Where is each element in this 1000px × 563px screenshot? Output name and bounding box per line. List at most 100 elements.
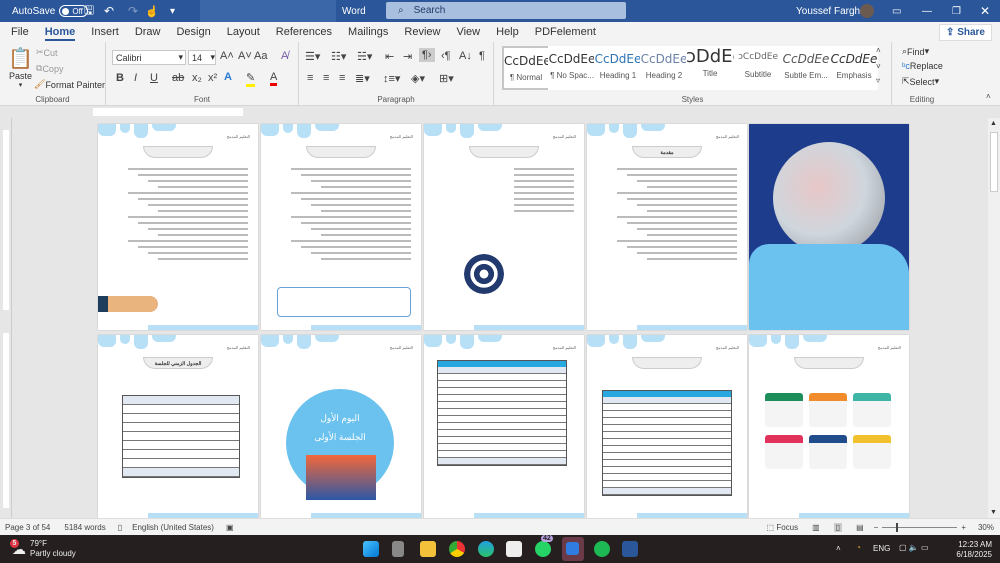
- read-mode-icon[interactable]: ▥: [812, 523, 820, 532]
- replace-button[interactable]: ᵇc Replace: [902, 61, 943, 71]
- find-button[interactable]: ⌕ Find ▾: [902, 46, 929, 57]
- zoom-out-icon[interactable]: −: [874, 523, 879, 532]
- multilevel-list-icon[interactable]: ☵▾: [357, 50, 372, 63]
- format-painter-button[interactable]: 🖌 Format Painter: [34, 79, 105, 90]
- justify-icon[interactable]: ≣▾: [355, 72, 370, 85]
- chrome-icon[interactable]: [449, 541, 465, 557]
- page-methods[interactable]: التعليم المدمج: [749, 335, 909, 518]
- paste-button[interactable]: 📋 Paste ▾: [8, 46, 33, 89]
- page-day[interactable]: التعليم المدمج اليوم الأول الجلسة الأولى: [261, 335, 421, 518]
- tab-file[interactable]: File: [3, 22, 37, 42]
- chevron-up-icon[interactable]: ˄: [836, 544, 841, 553]
- shading-icon[interactable]: ◈▾: [411, 72, 425, 85]
- tab-mailings[interactable]: Mailings: [340, 22, 396, 42]
- styles-scroll-up-icon[interactable]: ˄: [876, 46, 881, 55]
- vertical-scrollbar[interactable]: ▲ ▼: [988, 118, 1000, 518]
- clear-formatting-icon[interactable]: A̸: [281, 50, 288, 62]
- touch-mode-icon[interactable]: ☝: [145, 0, 159, 22]
- page-text[interactable]: التعليم المدمج: [98, 124, 258, 330]
- file-explorer-icon[interactable]: [420, 541, 436, 557]
- word-icon[interactable]: [622, 541, 638, 557]
- spotify-icon[interactable]: [594, 541, 610, 557]
- network-icon[interactable]: ◔: [856, 543, 861, 552]
- rtl-icon[interactable]: ‹¶: [441, 50, 451, 62]
- scroll-thumb[interactable]: [990, 132, 998, 192]
- tab-insert[interactable]: Insert: [83, 22, 127, 42]
- scroll-down-icon[interactable]: ▼: [990, 509, 997, 516]
- restore-icon[interactable]: ❐: [952, 0, 961, 22]
- italic-button[interactable]: I: [134, 72, 137, 84]
- minimize-icon[interactable]: —: [922, 0, 932, 22]
- numbering-icon[interactable]: ☷▾: [331, 50, 346, 63]
- scroll-up-icon[interactable]: ▲: [990, 120, 997, 127]
- clock[interactable]: 12:23 AM 6/18/2025: [956, 540, 992, 560]
- subscript-icon[interactable]: x₂: [192, 72, 202, 84]
- close-icon[interactable]: ✕: [980, 0, 990, 22]
- page-table[interactable]: التعليم المدمج: [424, 335, 584, 518]
- search-box[interactable]: ⌕ Search: [386, 2, 626, 19]
- text-effects-icon[interactable]: A: [224, 71, 232, 83]
- customize-qat-icon[interactable]: ▾: [170, 0, 175, 22]
- sort-icon[interactable]: A↓: [459, 50, 472, 62]
- tab-design[interactable]: Design: [168, 22, 218, 42]
- vertical-ruler[interactable]: [0, 118, 12, 518]
- align-right-icon[interactable]: ≡: [339, 72, 345, 84]
- undo-icon[interactable]: ↶: [104, 0, 114, 22]
- ribbon-display-icon[interactable]: ▭: [892, 0, 901, 22]
- font-name-select[interactable]: Calibri ▾: [112, 50, 186, 65]
- input-language[interactable]: ENG: [873, 544, 890, 553]
- collapse-ribbon-icon[interactable]: ˄: [986, 92, 991, 101]
- increase-indent-icon[interactable]: ⇥: [403, 50, 412, 63]
- align-center-icon[interactable]: ≡: [323, 72, 329, 84]
- superscript-icon[interactable]: x²: [208, 72, 217, 84]
- styles-more-icon[interactable]: ▿: [876, 76, 880, 85]
- horizontal-ruler[interactable]: [0, 106, 1000, 118]
- web-layout-icon[interactable]: ▤: [856, 523, 864, 532]
- tab-view[interactable]: View: [448, 22, 488, 42]
- start-icon[interactable]: [363, 541, 379, 557]
- grow-font-icon[interactable]: A˄: [220, 50, 234, 62]
- style-heading-2[interactable]: CcDdEe Heading 2: [640, 46, 688, 90]
- zoom-slider[interactable]: [882, 522, 958, 532]
- focus-button[interactable]: ⬚ Focus: [767, 523, 799, 532]
- show-marks-icon[interactable]: ¶: [479, 50, 485, 62]
- autosave[interactable]: AutoSave Off: [12, 0, 88, 22]
- bullets-icon[interactable]: ☰▾: [305, 50, 320, 63]
- style-heading-1[interactable]: CcDdEe Heading 1: [594, 46, 642, 90]
- tab-layout[interactable]: Layout: [219, 22, 268, 42]
- save-icon[interactable]: 🖫: [84, 0, 94, 22]
- whatsapp-icon[interactable]: 42: [535, 535, 553, 557]
- ltr-icon[interactable]: ¶›: [419, 48, 435, 62]
- bold-button[interactable]: B: [116, 72, 124, 84]
- strikethrough-icon[interactable]: ab: [172, 72, 184, 84]
- style-subtitle[interactable]: ↄCcDdEe Subtitle: [734, 46, 782, 90]
- tab-help[interactable]: Help: [488, 22, 527, 42]
- print-layout-icon[interactable]: ▯: [833, 522, 843, 532]
- style-normal[interactable]: CcDdEe ¶ Normal: [502, 46, 551, 90]
- accessibility-icon[interactable]: ▣: [226, 523, 234, 532]
- zoom-in-icon[interactable]: +: [961, 523, 966, 532]
- page-count[interactable]: Page 3 of 54: [5, 523, 50, 532]
- style-no-spacing[interactable]: CcDdEe ¶ No Spac...: [548, 46, 596, 90]
- line-spacing-icon[interactable]: ↕≡▾: [383, 72, 400, 85]
- page-schedule[interactable]: التعليم المدمج الجدول الزمني للجلسة: [98, 335, 258, 518]
- cut-button[interactable]: ✂ Cut: [36, 47, 58, 58]
- page-target[interactable]: التعليم المدمج: [424, 124, 584, 330]
- copy-button[interactable]: ⧉ Copy: [36, 63, 63, 74]
- active-app-icon[interactable]: [562, 537, 584, 561]
- style-title[interactable]: ↄDdEe Title: [686, 46, 744, 90]
- decrease-indent-icon[interactable]: ⇤: [385, 50, 394, 63]
- change-case-button[interactable]: Aa: [254, 50, 267, 62]
- borders-icon[interactable]: ⊞▾: [439, 72, 454, 85]
- word-count[interactable]: 5184 words: [64, 523, 105, 532]
- redo-icon[interactable]: ↷: [128, 0, 138, 22]
- share-button[interactable]: ⇪ Share: [939, 24, 992, 41]
- highlight-icon[interactable]: ✎: [246, 71, 256, 87]
- style-emphasis[interactable]: CcDdEe Emphasis: [830, 46, 878, 90]
- task-view-icon[interactable]: [392, 541, 404, 557]
- font-color-icon[interactable]: A: [270, 71, 278, 86]
- tab-pdfelement[interactable]: PDFelement: [527, 22, 604, 42]
- styles-scroll-down-icon[interactable]: ˅: [876, 62, 881, 71]
- avatar[interactable]: [860, 0, 874, 22]
- system-tray-icons[interactable]: ▢ 🔈 ▭: [899, 543, 929, 552]
